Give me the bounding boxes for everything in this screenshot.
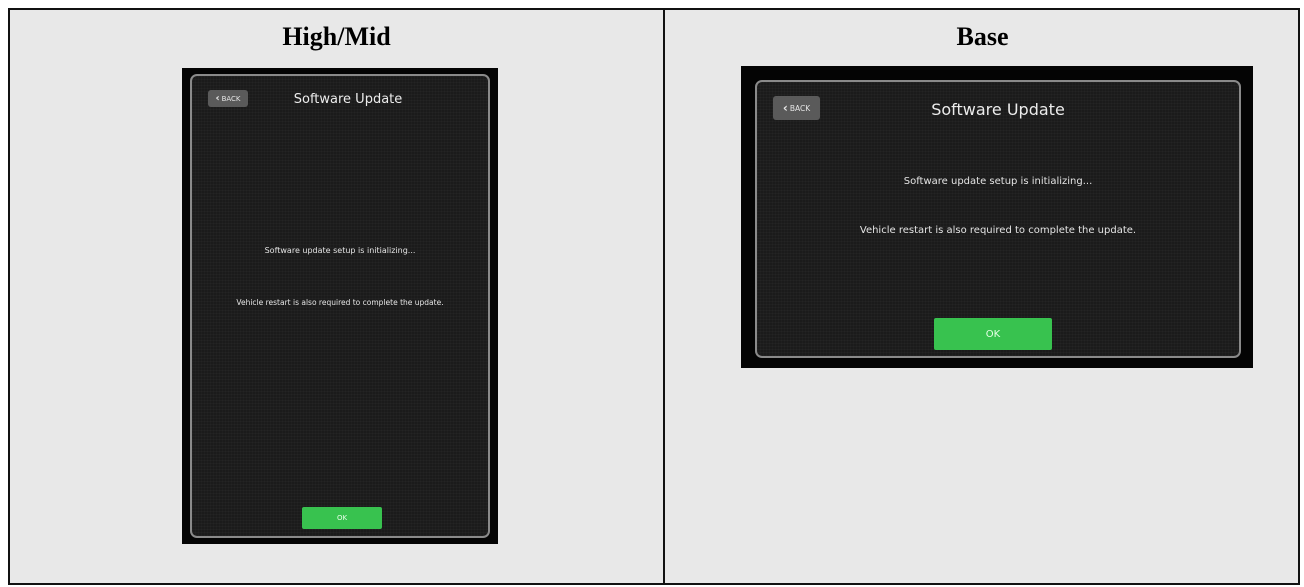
dialog-title: Software Update — [931, 100, 1065, 119]
column-title-base: Base — [956, 22, 1009, 51]
ok-button[interactable]: OK — [302, 507, 382, 529]
high-mid-dialog: ‹ BACK Software Update Software update s… — [190, 74, 490, 538]
base-screen: ‹ BACK Software Update Software update s… — [741, 66, 1253, 368]
status-message: Software update setup is initializing... — [264, 246, 416, 255]
column-title-high-mid: High/Mid — [282, 22, 391, 51]
ok-button[interactable]: OK — [934, 318, 1052, 350]
status-message: Software update setup is initializing... — [903, 176, 1093, 187]
restart-message: Vehicle restart is also required to comp… — [236, 298, 444, 307]
dialog-title: Software Update — [293, 92, 403, 107]
restart-message: Vehicle restart is also required to comp… — [859, 225, 1137, 236]
comparison-table: High/Mid ‹ BACK Software Update Software… — [8, 8, 1300, 585]
high-mid-screen: ‹ BACK Software Update Software update s… — [182, 68, 498, 544]
base-dialog: ‹ BACK Software Update Software update s… — [755, 80, 1241, 358]
column-divider — [663, 10, 665, 583]
